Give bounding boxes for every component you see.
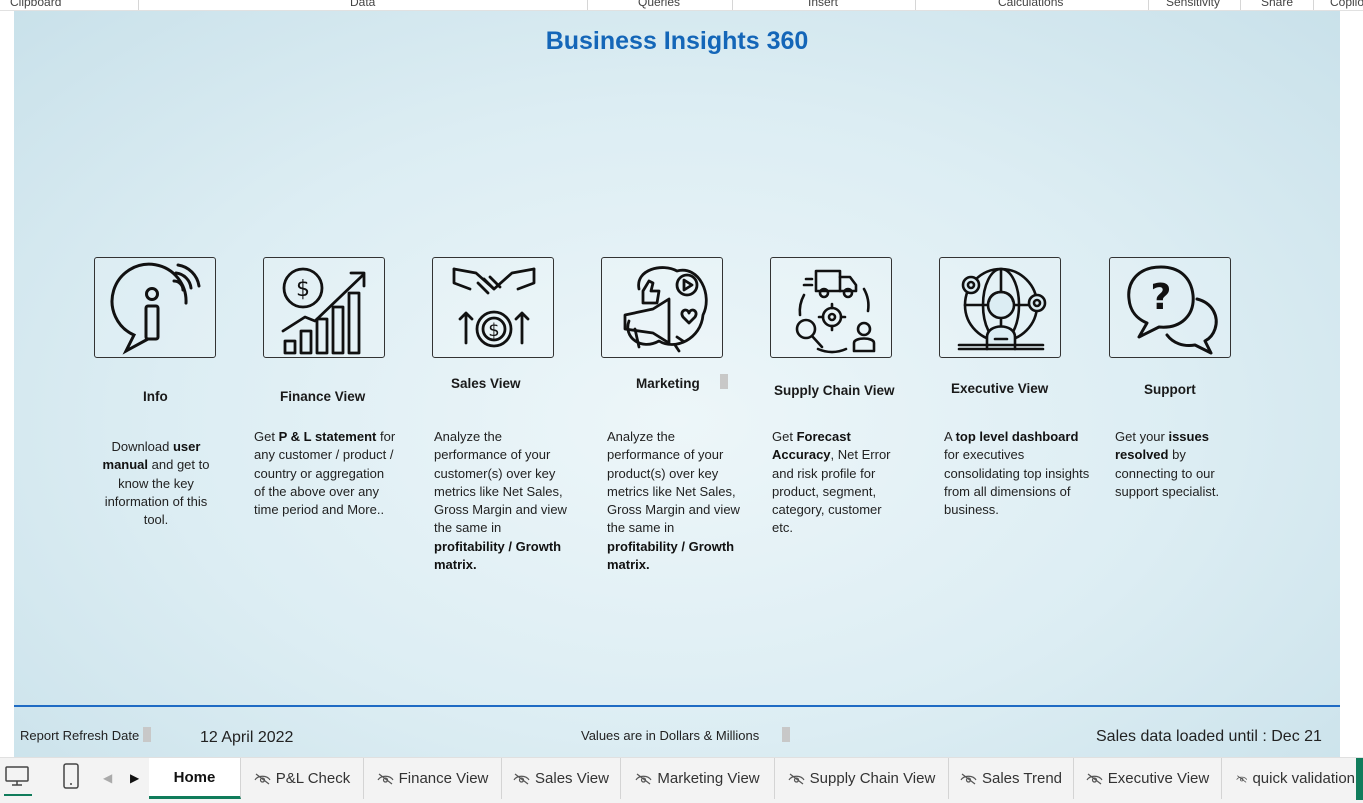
marketing-caption[interactable]: Marketing	[636, 376, 700, 391]
support-caption[interactable]: Support	[1144, 382, 1196, 397]
tab-sales-trend[interactable]: Sales Trend	[949, 758, 1074, 799]
info-icon	[110, 262, 201, 355]
eye-off-icon	[254, 773, 271, 784]
values-marker	[782, 727, 790, 742]
finance-view-tile[interactable]: $	[263, 257, 385, 358]
mobile-view-button[interactable]	[62, 762, 80, 795]
eye-off-icon	[377, 773, 394, 784]
eye-off-icon	[513, 773, 530, 784]
footer-divider	[14, 705, 1340, 707]
sales-view-tile[interactable]: $	[432, 257, 554, 358]
svg-text:$: $	[488, 320, 499, 341]
tab-quick-validation[interactable]: quick validation	[1222, 758, 1355, 799]
ribbon-group-data: Data	[350, 0, 376, 9]
tab-supply-chain-view-label: Supply Chain View	[809, 770, 936, 787]
tab-supply-chain-view[interactable]: Supply Chain View	[775, 758, 949, 799]
tab-marketing-view[interactable]: Marketing View	[621, 758, 775, 799]
svg-text:?: ?	[1151, 277, 1172, 318]
report-refresh-label: Report Refresh Date	[20, 728, 140, 743]
report-refresh-date: 12 April 2022	[200, 729, 294, 746]
page-tab-bar: ◀ ▶ Home P&L Check Finance View Sales Vi…	[0, 757, 1363, 803]
tab-sales-trend-label: Sales Trend	[981, 770, 1063, 787]
support-description: Get your issues resolved by connecting t…	[1115, 429, 1220, 499]
add-page-button[interactable]	[1356, 758, 1363, 800]
eye-off-icon	[1236, 774, 1248, 783]
marketing-megaphone-icon	[623, 266, 708, 353]
marketing-description: Analyze the performance of your product(…	[607, 429, 740, 573]
eye-off-icon	[960, 773, 977, 784]
ribbon-group-insert: Insert	[808, 0, 839, 9]
tab-pl-check-label: P&L Check	[275, 770, 351, 787]
supply-chain-view-caption[interactable]: Supply Chain View	[774, 383, 895, 398]
ribbon-group-calculations: Calculations	[998, 0, 1064, 9]
eye-off-icon	[635, 773, 652, 784]
info-caption[interactable]: Info	[143, 389, 168, 404]
info-description: Download user manual and get to know the…	[102, 439, 210, 528]
phone-icon	[63, 763, 79, 789]
tab-pl-check[interactable]: P&L Check	[241, 758, 364, 799]
scroll-right-icon[interactable]: ▶	[130, 771, 139, 785]
finance-description: Get P & L statement for any customer / p…	[254, 429, 396, 518]
finance-chart-icon: $	[281, 267, 366, 355]
sales-view-caption[interactable]: Sales View	[451, 376, 521, 391]
tab-quick-validation-label: quick validation	[1252, 770, 1355, 787]
executive-view-tile[interactable]	[939, 257, 1061, 358]
tab-sales-view-label: Sales View	[535, 770, 609, 787]
executive-description: A top level dashboard for executives con…	[944, 429, 1090, 518]
tab-finance-view-label: Finance View	[398, 770, 489, 787]
ribbon-group-sensitivity: Sensitivity	[1166, 0, 1221, 9]
supply-chain-view-tile[interactable]	[770, 257, 892, 358]
tab-executive-view[interactable]: Executive View	[1074, 758, 1222, 799]
supply-chain-icon	[795, 269, 876, 354]
eye-off-icon	[1086, 773, 1103, 784]
ribbon-group-clipboard: Clipboard	[10, 0, 62, 9]
placeholder-marker	[720, 374, 728, 389]
ribbon-group-queries: Queries	[638, 0, 681, 9]
scroll-left-icon[interactable]: ◀	[103, 771, 112, 785]
finance-view-caption[interactable]: Finance View	[280, 389, 365, 404]
svg-text:$: $	[296, 277, 310, 302]
tab-executive-view-label: Executive View	[1107, 770, 1210, 787]
tab-home-label: Home	[173, 768, 216, 786]
support-chat-icon: ?	[1127, 265, 1218, 355]
sales-description: Analyze the performance of your customer…	[434, 429, 567, 573]
info-tile[interactable]	[94, 257, 216, 358]
ribbon-group-share: Share	[1261, 0, 1294, 9]
tab-finance-view[interactable]: Finance View	[364, 758, 502, 799]
tab-sales-view[interactable]: Sales View	[502, 758, 621, 799]
ribbon-group-labels: Clipboard Data Queries Insert Calculatio…	[0, 0, 1363, 11]
tab-home[interactable]: Home	[149, 758, 241, 799]
report-title: Business Insights 360	[545, 27, 809, 55]
marketing-tile[interactable]	[601, 257, 723, 358]
executive-view-caption[interactable]: Executive View	[951, 381, 1048, 396]
support-tile[interactable]: ?	[1109, 257, 1231, 358]
desktop-icon	[5, 766, 29, 786]
desktop-view-button[interactable]	[4, 764, 32, 796]
values-unit-note: Values are in Dollars & Millions	[581, 728, 760, 743]
refresh-marker	[143, 727, 151, 742]
handshake-dollar-icon: $	[452, 267, 536, 348]
sales-data-loaded: Sales data loaded until : Dec 21	[1096, 728, 1322, 745]
eye-off-icon	[788, 773, 805, 784]
supply-chain-description: Get Forecast Accuracy, Net Error and ris…	[772, 429, 891, 536]
ribbon-group-copilot: Copilot	[1330, 0, 1363, 9]
tab-marketing-view-label: Marketing View	[657, 770, 760, 787]
report-canvas: Business Insights 360 $ $ ? Info Finance…	[14, 11, 1340, 757]
executive-icon	[957, 267, 1047, 351]
